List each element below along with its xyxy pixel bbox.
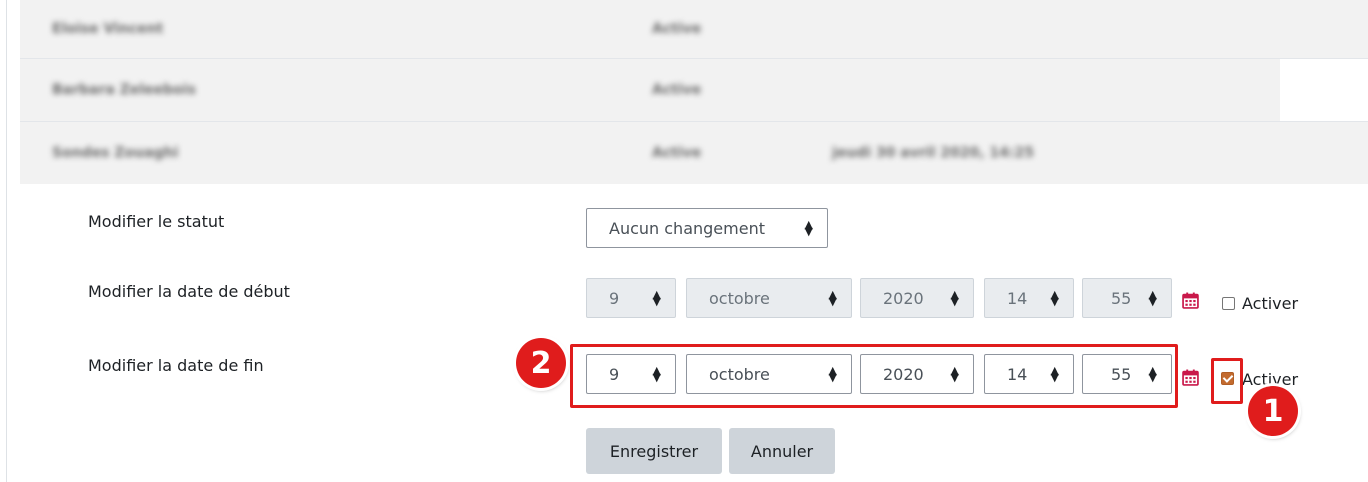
left-border — [6, 0, 7, 482]
start-hour-value: 14 — [1007, 288, 1028, 308]
sort-arrows-icon: ▲ ▼ — [950, 288, 959, 308]
sort-arrows-icon: ▲ ▼ — [652, 288, 661, 308]
end-date-highlight — [570, 344, 1178, 408]
sort-arrows-icon: ▲ ▼ — [1050, 288, 1059, 308]
cancel-button[interactable]: Annuler — [729, 428, 835, 474]
start-month-value: octobre — [709, 288, 770, 308]
status-select-value: Aucun changement — [609, 218, 765, 238]
start-year-select[interactable]: 2020 ▲ ▼ — [860, 278, 974, 318]
start-minute-select[interactable]: 55 ▲ ▼ — [1082, 278, 1172, 318]
user-name: Eloise Vincent — [52, 21, 164, 37]
annotation-badge-1: 1 — [1248, 386, 1298, 436]
status-label: Modifier le statut — [88, 212, 225, 231]
table-row[interactable]: Eloise Vincent Active — [20, 0, 1368, 58]
start-month-select[interactable]: octobre ▲ ▼ — [686, 278, 852, 318]
calendar-icon[interactable] — [1182, 369, 1199, 386]
status-select[interactable]: Aucun changement ▲ ▼ — [586, 208, 828, 248]
user-status: Active — [652, 82, 702, 98]
end-date-label: Modifier la date de fin — [88, 356, 264, 375]
participants-table: Eloise Vincent Active Barbara Zeleebois … — [20, 0, 1368, 184]
checkbox-highlight — [1211, 358, 1243, 404]
user-name: Barbara Zeleebois — [52, 82, 196, 98]
start-enable-label: Activer — [1242, 294, 1299, 313]
user-status: Active — [652, 21, 702, 37]
user-status: Active — [652, 145, 702, 161]
user-enrol-date: jeudi 30 avril 2020, 14:25 — [832, 145, 1034, 161]
start-minute-value: 55 — [1111, 288, 1132, 308]
sort-arrows-icon: ▲ ▼ — [804, 218, 813, 238]
calendar-icon[interactable] — [1182, 292, 1199, 309]
sort-arrows-icon: ▲ ▼ — [828, 288, 837, 308]
annotation-badge-2: 2 — [516, 338, 566, 388]
sort-arrows-icon: ▲ ▼ — [1148, 288, 1157, 308]
start-day-select[interactable]: 9 ▲ ▼ — [586, 278, 676, 318]
start-enable-checkbox[interactable] — [1222, 297, 1235, 310]
save-button[interactable]: Enregistrer — [586, 428, 722, 474]
table-row[interactable]: Sondes Zouaghi Active jeudi 30 avril 202… — [20, 121, 1368, 184]
user-name: Sondes Zouaghi — [52, 145, 179, 161]
start-year-value: 2020 — [883, 288, 924, 308]
start-hour-select[interactable]: 14 ▲ ▼ — [984, 278, 1074, 318]
start-date-label: Modifier la date de début — [88, 282, 290, 301]
start-day-value: 9 — [609, 288, 620, 308]
row-divider — [1280, 58, 1368, 122]
table-row[interactable]: Barbara Zeleebois Active — [20, 58, 1280, 121]
